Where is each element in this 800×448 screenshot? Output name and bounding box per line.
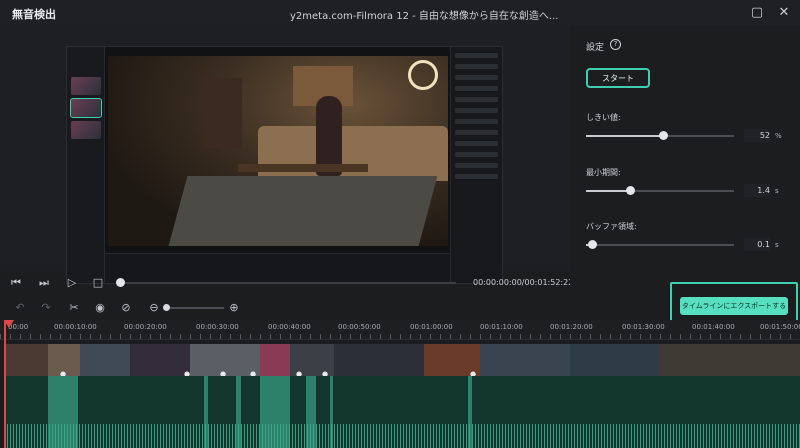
min-duration-value[interactable]: 1.4 bbox=[744, 184, 770, 197]
export-to-timeline-button[interactable]: タイムラインにエクスポートする bbox=[680, 297, 788, 315]
video-clip[interactable] bbox=[130, 344, 190, 376]
audio-waveform bbox=[4, 424, 800, 448]
buffer-slider-knob[interactable] bbox=[587, 240, 597, 249]
ruler-label: 00:01:00:00 bbox=[410, 323, 453, 331]
buffer-value[interactable]: 0.1 bbox=[744, 238, 770, 251]
ruler-label: 00:00:10:00 bbox=[54, 323, 97, 331]
zoom-in-icon[interactable]: ⊕ bbox=[226, 300, 242, 316]
threshold-slider[interactable] bbox=[586, 131, 734, 140]
media-thumbnail[interactable] bbox=[71, 77, 101, 95]
preview-area bbox=[0, 26, 570, 284]
app-title: 無音検出 bbox=[12, 8, 56, 21]
buffer-unit: s bbox=[775, 241, 779, 249]
time-ruler[interactable]: 00:00 00:00:10:00 00:00:20:00 00:00:30:0… bbox=[0, 320, 800, 340]
close-icon[interactable]: ✕ bbox=[775, 4, 793, 22]
eye-off-icon[interactable]: ⊘ bbox=[118, 300, 134, 316]
help-icon[interactable]: ? bbox=[610, 39, 621, 50]
document-title: y2meta.com-Filmora 12 - 自由な想像から自在な創造へ... bbox=[290, 11, 559, 22]
properties-panel bbox=[450, 47, 502, 283]
redo-icon[interactable]: ↷ bbox=[38, 300, 54, 316]
scissors-icon[interactable]: ✂ bbox=[66, 300, 82, 316]
title-bar: 無音検出 y2meta.com-Filmora 12 - 自由な想像から自在な創… bbox=[0, 0, 800, 26]
progress-knob[interactable] bbox=[116, 278, 125, 287]
media-thumbnails bbox=[67, 47, 105, 283]
video-track[interactable]: ● ● ● ● ● ● ● bbox=[4, 344, 800, 378]
video-clip[interactable] bbox=[4, 344, 48, 376]
ruler-label: 00:00:50:00 bbox=[338, 323, 381, 331]
ruler-label: 00:01:50:00 bbox=[760, 323, 800, 331]
video-frame bbox=[108, 56, 448, 246]
ruler-label: 00:01:10:00 bbox=[480, 323, 523, 331]
audio-track[interactable] bbox=[4, 376, 800, 448]
zoom-knob[interactable] bbox=[163, 304, 170, 311]
video-clip[interactable] bbox=[334, 344, 424, 376]
video-clip[interactable] bbox=[80, 344, 130, 376]
zoom-out-icon[interactable]: ⊖ bbox=[146, 300, 162, 316]
threshold-label: しきい値: bbox=[586, 113, 621, 122]
threshold-unit: % bbox=[775, 132, 782, 140]
ring-lamp bbox=[408, 60, 438, 90]
ruler-label: 00:01:30:00 bbox=[622, 323, 665, 331]
media-thumbnail[interactable] bbox=[71, 121, 101, 139]
sofa bbox=[258, 126, 448, 181]
settings-label: 設定 bbox=[586, 43, 605, 53]
maximize-icon[interactable]: ▢ bbox=[748, 4, 766, 22]
play-icon[interactable]: ▷ bbox=[64, 275, 80, 291]
ruler-label: 00:01:20:00 bbox=[550, 323, 593, 331]
video-clip[interactable] bbox=[480, 344, 570, 376]
min-duration-slider[interactable] bbox=[586, 186, 734, 195]
playback-controls: ⏮ ⏭ ▷ □ 00:00:00:00/00:01:52:22 bbox=[0, 270, 574, 296]
export-highlight: タイムラインにエクスポートする bbox=[670, 282, 798, 322]
min-duration-slider-knob[interactable] bbox=[626, 186, 636, 195]
media-thumbnail[interactable] bbox=[70, 98, 102, 118]
rug bbox=[168, 176, 438, 246]
min-duration-label: 最小期間: bbox=[586, 168, 621, 177]
start-button[interactable]: スタート bbox=[586, 68, 650, 88]
progress-track[interactable] bbox=[118, 282, 456, 284]
ruler-label: 00:00:20:00 bbox=[124, 323, 167, 331]
preview-monitor bbox=[66, 46, 503, 284]
prev-frame-icon[interactable]: ⏮ bbox=[8, 275, 24, 291]
ruler-label: 00:00:40:00 bbox=[268, 323, 311, 331]
ruler-label: 00:01:40:00 bbox=[692, 323, 735, 331]
playhead[interactable] bbox=[4, 320, 14, 448]
threshold-value[interactable]: 52 bbox=[744, 129, 770, 142]
undo-icon[interactable]: ↶ bbox=[12, 300, 28, 316]
ruler-label: 00:00:30:00 bbox=[196, 323, 239, 331]
threshold-slider-knob[interactable] bbox=[658, 131, 668, 140]
buffer-label: バッファ領域: bbox=[586, 222, 637, 231]
timeline[interactable]: 00:00 00:00:10:00 00:00:20:00 00:00:30:0… bbox=[0, 320, 800, 448]
video-clip[interactable] bbox=[660, 344, 800, 376]
video-clip[interactable] bbox=[570, 344, 660, 376]
eye-icon[interactable]: ◉ bbox=[92, 300, 108, 316]
stop-icon[interactable]: □ bbox=[90, 275, 106, 291]
buffer-slider[interactable] bbox=[586, 240, 734, 249]
bookshelf bbox=[204, 78, 242, 148]
timecode: 00:00:00:00/00:01:52:22 bbox=[473, 278, 574, 287]
step-forward-icon[interactable]: ⏭ bbox=[36, 275, 52, 291]
video-clip[interactable] bbox=[260, 344, 290, 376]
min-duration-unit: s bbox=[775, 187, 779, 195]
coffee-table bbox=[238, 164, 368, 172]
settings-panel: 設定 ? スタート しきい値: 52 % 最小期間: 1.4 s バッファ領域:… bbox=[570, 26, 800, 296]
zoom-slider[interactable] bbox=[164, 307, 224, 309]
